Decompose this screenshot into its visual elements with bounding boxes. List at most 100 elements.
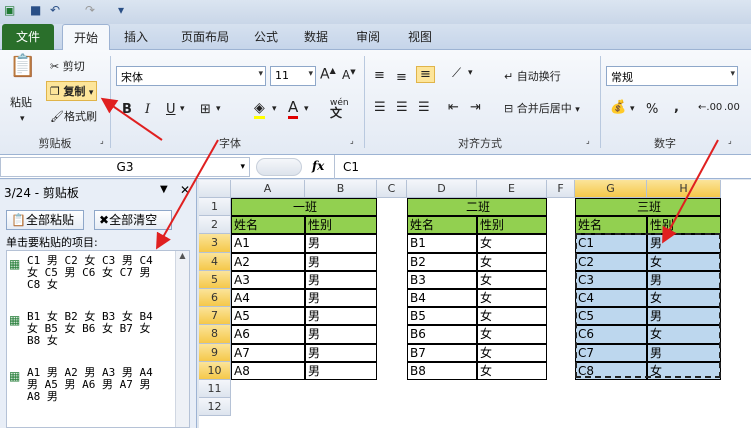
column-header-b[interactable]: B [305, 180, 377, 198]
paste-dropdown-icon[interactable]: ▾ [20, 114, 25, 124]
row-header-6[interactable]: 6 [199, 289, 231, 308]
insert-function-button[interactable]: fx [312, 159, 324, 173]
undo-icon[interactable]: ↶ [50, 3, 60, 17]
column-header-c[interactable]: C [377, 180, 407, 198]
table-cell[interactable]: 男 [305, 234, 377, 253]
italic-button[interactable]: I [145, 102, 150, 117]
clear-all-button[interactable]: ✖全部清空 [94, 210, 172, 230]
row-header-8[interactable]: 8 [199, 325, 231, 344]
accounting-dropdown-icon[interactable]: ▾ [630, 104, 635, 114]
table-cell[interactable]: A4 [231, 289, 305, 308]
table-cell[interactable]: B3 [407, 270, 477, 289]
table-cell[interactable]: C3 [575, 270, 647, 289]
increase-decimal-button[interactable]: ←.00 [698, 102, 722, 113]
tab-home[interactable]: 开始 [62, 24, 110, 51]
table-cell[interactable]: A7 [231, 343, 305, 362]
table-cell[interactable]: A1 [231, 234, 305, 253]
bold-button[interactable]: B [122, 102, 132, 117]
column-title-cell[interactable]: 性别 [647, 216, 721, 235]
paste-icon[interactable]: 📋 [8, 54, 38, 88]
table-cell[interactable]: B5 [407, 307, 477, 326]
table-cell[interactable]: 男 [647, 234, 721, 253]
table-cell[interactable]: 女 [477, 270, 547, 289]
column-title-cell[interactable]: 姓名 [575, 216, 647, 235]
pane-scrollbar[interactable]: ▲ [175, 251, 189, 427]
row-header-7[interactable]: 7 [199, 307, 231, 326]
table-cell[interactable]: 男 [647, 270, 721, 289]
tab-review[interactable]: 审阅 [350, 24, 386, 50]
tab-file[interactable]: 文件 [2, 24, 54, 50]
align-top-icon[interactable]: ≡ [374, 68, 385, 83]
table-cell[interactable]: B7 [407, 343, 477, 362]
row-header-10[interactable]: 10 [199, 361, 231, 380]
decrease-decimal-button[interactable]: .00 [724, 102, 740, 113]
table-cell[interactable]: A6 [231, 325, 305, 344]
formula-input[interactable]: C1 [334, 155, 751, 179]
chevron-down-icon[interactable]: ▾ [730, 69, 735, 79]
tab-insert[interactable]: 插入 [116, 24, 156, 50]
table-cell[interactable]: B2 [407, 252, 477, 271]
table-cell[interactable]: 男 [305, 361, 377, 380]
worksheet-grid[interactable]: ABCDEFGH 1 2 3 4 5 6 7 8 9 10 11 12 一班 二班 三班 姓名 性别 姓名 性别姓… [199, 180, 751, 428]
row-header-9[interactable]: 9 [199, 343, 231, 362]
save-icon[interactable]: ■ [30, 3, 41, 17]
class-header-cell[interactable]: 三班 [575, 198, 721, 217]
column-header-d[interactable]: D [407, 180, 477, 198]
paste-all-button[interactable]: 📋全部粘贴 [6, 210, 84, 230]
row-header-3[interactable]: 3 [199, 234, 231, 253]
column-title-cell[interactable]: 姓名 [407, 216, 477, 235]
grow-font-icon[interactable]: A▲ [320, 66, 336, 83]
column-header-g[interactable]: G [575, 180, 647, 198]
class-header-cell[interactable]: 一班 [231, 198, 377, 217]
table-cell[interactable]: 女 [647, 325, 721, 344]
table-cell[interactable]: B1 [407, 234, 477, 253]
accounting-format-icon[interactable]: 💰 [610, 100, 626, 115]
tab-data[interactable]: 数据 [298, 24, 334, 50]
table-cell[interactable]: 女 [477, 289, 547, 308]
shrink-font-icon[interactable]: A▼ [342, 68, 356, 82]
table-cell[interactable]: A2 [231, 252, 305, 271]
align-right-icon[interactable]: ☰ [418, 100, 430, 115]
align-left-icon[interactable]: ☰ [374, 100, 386, 115]
increase-indent-icon[interactable]: ⇥ [470, 100, 481, 115]
row-header-4[interactable]: 4 [199, 252, 231, 271]
table-cell[interactable]: C8 [575, 361, 647, 380]
number-format-combobox[interactable]: 常规 ▾ [606, 66, 738, 86]
cut-button[interactable]: ✂ 剪切 [50, 58, 85, 74]
table-cell[interactable]: 男 [305, 289, 377, 308]
fill-color-dropdown-icon[interactable]: ▾ [272, 104, 277, 114]
table-cell[interactable]: B6 [407, 325, 477, 344]
table-cell[interactable]: 女 [477, 252, 547, 271]
underline-button[interactable]: U [166, 102, 176, 117]
table-cell[interactable]: 女 [647, 252, 721, 271]
column-header-e[interactable]: E [477, 180, 547, 198]
table-cell[interactable]: 女 [477, 361, 547, 380]
decrease-indent-icon[interactable]: ⇤ [448, 100, 459, 115]
name-box[interactable]: G3 ▾ [0, 157, 250, 177]
table-cell[interactable]: C4 [575, 289, 647, 308]
table-cell[interactable]: 男 [647, 307, 721, 326]
column-title-cell[interactable]: 性别 [477, 216, 547, 235]
row-header-11[interactable]: 11 [199, 380, 231, 399]
align-center-icon[interactable]: ☰ [396, 100, 408, 115]
table-cell[interactable]: 男 [305, 307, 377, 326]
table-cell[interactable]: 女 [477, 325, 547, 344]
comma-style-icon[interactable]: , [674, 100, 679, 115]
fill-color-icon[interactable]: ◈ [254, 100, 265, 119]
table-cell[interactable]: 女 [477, 307, 547, 326]
table-cell[interactable]: 男 [647, 343, 721, 362]
table-cell[interactable]: A5 [231, 307, 305, 326]
customize-quick-access-icon[interactable]: ▾ [118, 3, 124, 17]
align-bottom-icon[interactable]: ≡ [416, 66, 435, 83]
pane-options-icon[interactable]: ▼ [160, 184, 168, 195]
table-cell[interactable]: 男 [305, 270, 377, 289]
tab-page-layout[interactable]: 页面布局 [170, 24, 240, 50]
table-cell[interactable]: 男 [305, 325, 377, 344]
copy-dropdown-icon[interactable]: ▾ [89, 88, 94, 98]
table-cell[interactable]: 男 [305, 252, 377, 271]
phonetic-icon[interactable]: wén 文 [330, 98, 349, 120]
border-dropdown-icon[interactable]: ▾ [216, 104, 221, 114]
table-cell[interactable]: 女 [477, 343, 547, 362]
tab-formulas[interactable]: 公式 [248, 24, 284, 50]
table-cell[interactable]: B8 [407, 361, 477, 380]
